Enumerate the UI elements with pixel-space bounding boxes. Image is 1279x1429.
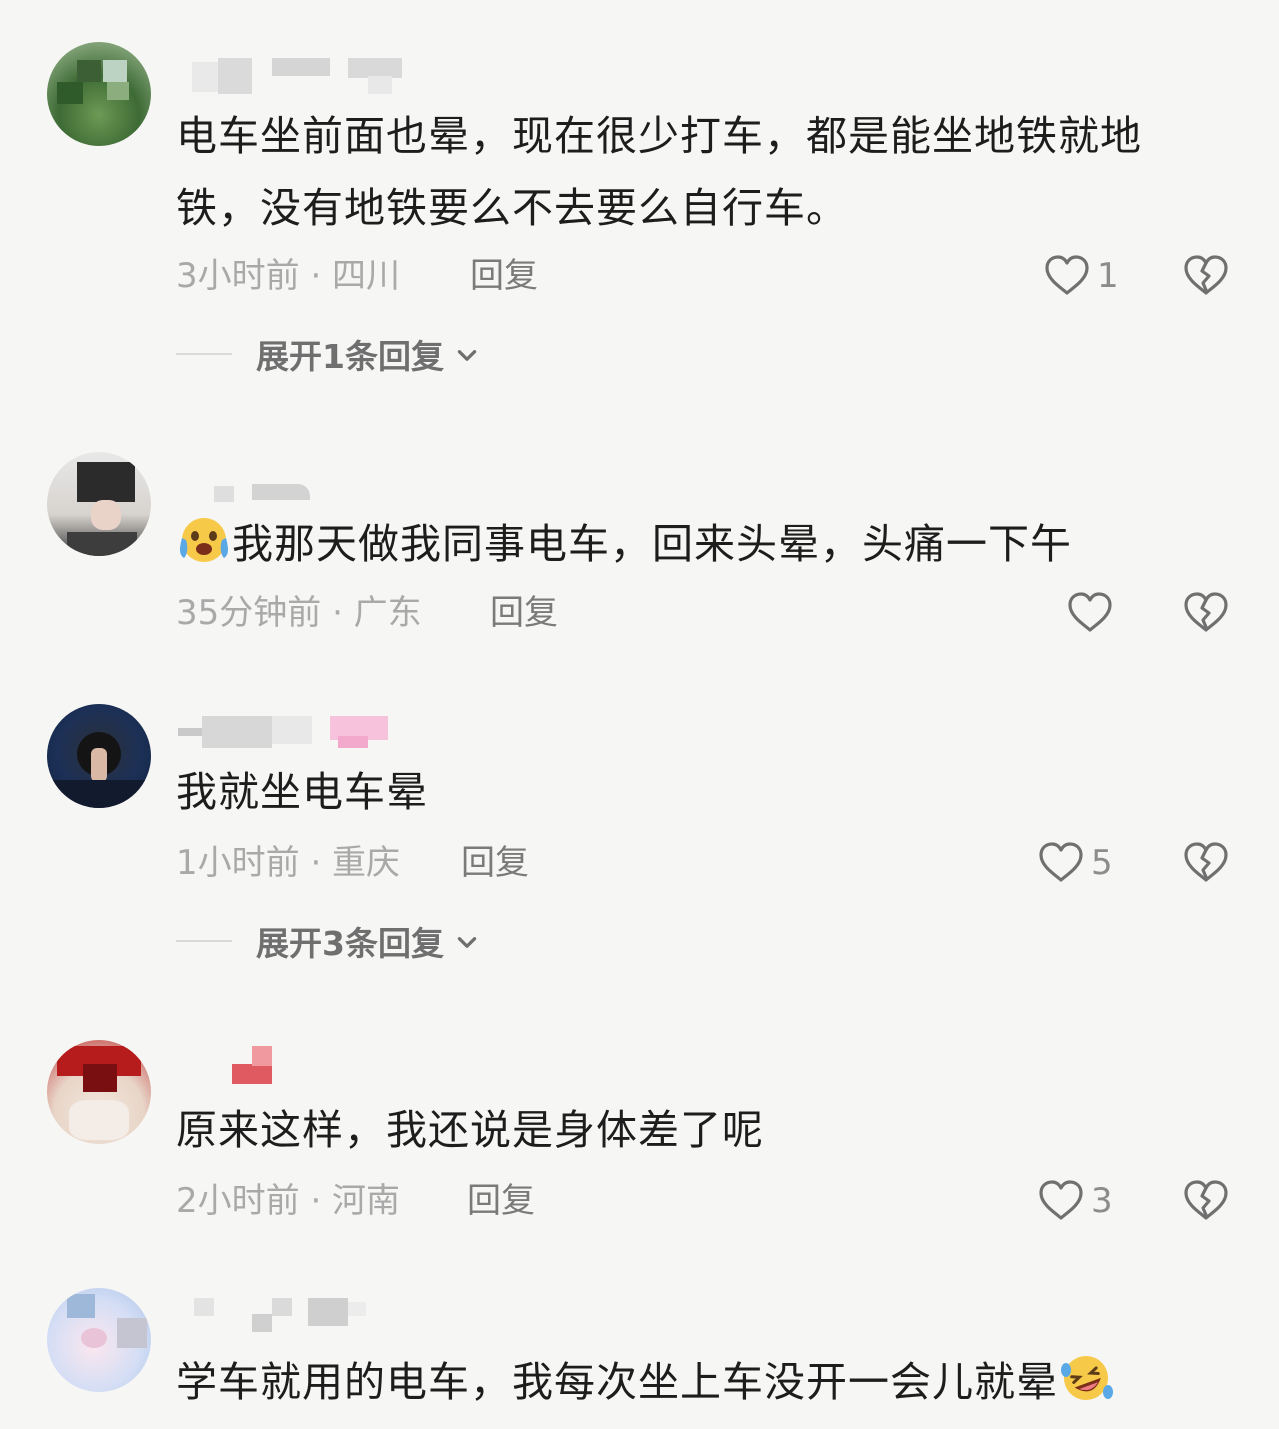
- reply-button[interactable]: 回复: [490, 593, 558, 633]
- avatar[interactable]: [47, 1288, 151, 1392]
- rolling-laughing-emoji-icon: [1061, 1356, 1113, 1400]
- comment-text: 我那天做我同事电车，回来头晕，头痛一下午: [176, 508, 1176, 580]
- like-count: 1: [1097, 256, 1119, 296]
- like-count: 3: [1091, 1181, 1113, 1221]
- comment-text: 我就坐电车晕: [176, 768, 428, 816]
- expand-replies[interactable]: 展开3条回复: [176, 921, 480, 963]
- broken-heart-icon: [1182, 589, 1230, 637]
- heart-icon: [1037, 839, 1085, 887]
- comment-time-location: 35分钟前 · 广东: [176, 593, 422, 633]
- crying-face-emoji-icon: [180, 518, 228, 562]
- avatar[interactable]: [47, 42, 151, 146]
- avatar[interactable]: [47, 452, 151, 556]
- username-blurred[interactable]: [178, 716, 438, 756]
- comment-text: 学车就用的电车，我每次坐上车没开一会儿就晕: [176, 1346, 1176, 1418]
- like-count: 5: [1091, 843, 1113, 883]
- username-blurred[interactable]: [178, 58, 438, 98]
- broken-heart-icon: [1182, 1177, 1230, 1225]
- divider: [176, 353, 232, 355]
- broken-heart-icon: [1182, 252, 1230, 300]
- divider: [176, 940, 232, 942]
- expand-replies-label: 展开1条回复: [256, 337, 444, 376]
- avatar[interactable]: [47, 1040, 151, 1144]
- like-button[interactable]: 1: [1043, 252, 1119, 300]
- comment-text-body: 学车就用的电车，我每次坐上车没开一会儿就晕: [176, 1358, 1058, 1406]
- like-button[interactable]: 5: [1037, 839, 1113, 887]
- comment-text: 电车坐前面也晕，现在很少打车，都是能坐地铁就地铁，没有地铁要么不去要么自行车。: [176, 112, 1142, 232]
- comment-time-location: 3小时前 · 四川: [176, 256, 401, 296]
- chevron-down-icon: [454, 343, 480, 369]
- expand-replies-label: 展开3条回复: [256, 924, 444, 963]
- heart-icon: [1043, 252, 1091, 300]
- comment-text: 原来这样，我还说是身体差了呢: [176, 1106, 764, 1154]
- reply-button[interactable]: 回复: [461, 843, 529, 883]
- broken-heart-icon: [1182, 839, 1230, 887]
- comment-text-body: 我那天做我同事电车，回来头晕，头痛一下午: [232, 520, 1072, 568]
- comment-time-location: 1小时前 · 重庆: [176, 843, 401, 883]
- username-blurred[interactable]: [178, 1046, 438, 1086]
- avatar[interactable]: [47, 704, 151, 808]
- dislike-button[interactable]: [1182, 1177, 1230, 1225]
- reply-button[interactable]: 回复: [467, 1181, 535, 1221]
- chevron-down-icon: [454, 930, 480, 956]
- comment-time-location: 2小时前 · 河南: [176, 1181, 401, 1221]
- username-blurred[interactable]: [178, 1296, 438, 1336]
- reply-button[interactable]: 回复: [470, 256, 538, 296]
- heart-icon: [1037, 1177, 1085, 1225]
- dislike-button[interactable]: [1182, 252, 1230, 300]
- heart-icon: [1066, 589, 1114, 637]
- expand-replies[interactable]: 展开1条回复: [176, 334, 480, 376]
- like-button[interactable]: 3: [1037, 1177, 1113, 1225]
- dislike-button[interactable]: [1182, 839, 1230, 887]
- like-button[interactable]: [1066, 589, 1120, 637]
- dislike-button[interactable]: [1182, 589, 1230, 637]
